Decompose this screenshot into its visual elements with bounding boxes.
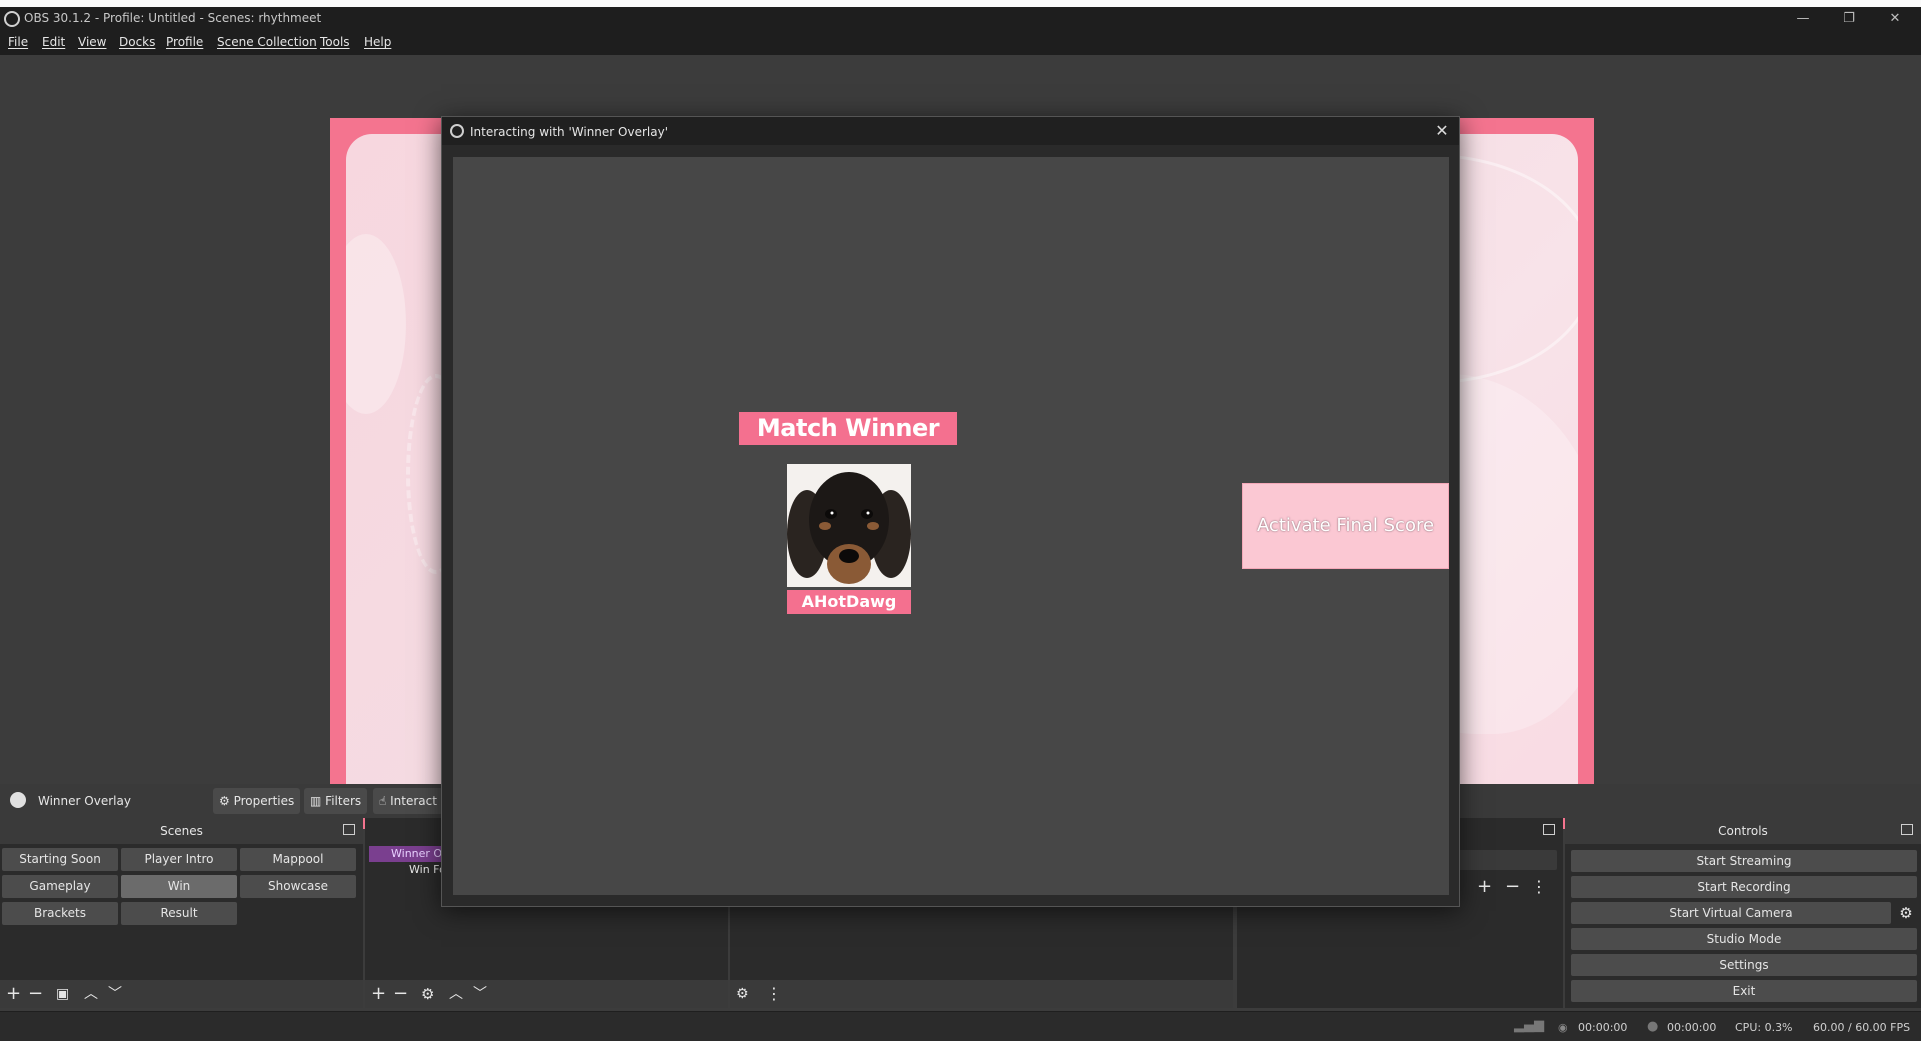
- dock-float-icon[interactable]: [1543, 824, 1555, 835]
- menu-profile[interactable]: Profile: [166, 35, 203, 49]
- window-title: OBS 30.1.2 - Profile: Untitled - Scenes:…: [24, 11, 322, 25]
- stream-status-icon: ◉: [1558, 1021, 1568, 1034]
- remove-source-icon[interactable]: −: [393, 983, 408, 1005]
- properties-label: Properties: [233, 794, 295, 808]
- sources-dock-footer: + − ⚙ ︿ ﹀: [365, 980, 728, 1008]
- virtual-camera-settings-gear-icon[interactable]: ⚙: [1895, 902, 1917, 924]
- obs-logo-icon: [4, 11, 20, 27]
- record-time: 00:00:00: [1667, 1021, 1717, 1034]
- hand-pointer-icon: ☝: [379, 794, 387, 808]
- scene-filters-icon[interactable]: ▣: [56, 983, 69, 1005]
- scenes-dock: Scenes Starting Soon Player Intro Mappoo…: [0, 818, 363, 1008]
- record-status-icon: ●: [1647, 1019, 1659, 1034]
- dialog-titlebar: Interacting with 'Winner Overlay' ✕: [442, 117, 1459, 145]
- obs-logo-icon: [450, 124, 464, 138]
- move-down-icon[interactable]: ﹀: [473, 983, 487, 1005]
- gear-icon: ⚙: [219, 794, 230, 808]
- scene-starting-soon[interactable]: Starting Soon: [2, 848, 118, 871]
- source-item-folder[interactable]: Win Fo: [369, 862, 449, 878]
- menu-scene-collection[interactable]: Scene Collection: [217, 35, 317, 49]
- scenes-dock-title: Scenes: [0, 818, 363, 844]
- browser-interaction-area[interactable]: Match Winner AHotDawg Activate Final Sco…: [453, 157, 1449, 895]
- browser-source-icon: [10, 792, 26, 808]
- selected-source-name: Winner Overlay: [38, 794, 131, 808]
- remove-scene-icon[interactable]: −: [28, 983, 43, 1005]
- start-virtual-camera-button[interactable]: Start Virtual Camera: [1571, 902, 1891, 924]
- interact-button[interactable]: ☝ Interact: [373, 788, 443, 814]
- filter-icon: ▥: [310, 794, 322, 808]
- properties-button[interactable]: ⚙ Properties: [213, 788, 301, 814]
- menu-edit[interactable]: Edit: [42, 35, 65, 49]
- decorative-swirl: [346, 234, 406, 414]
- scenes-dock-footer: + − ▣ ︿ ﹀: [0, 980, 363, 1008]
- scene-brackets[interactable]: Brackets: [2, 902, 118, 925]
- menu-bar: File Edit View Docks Profile Scene Colle…: [0, 31, 1921, 55]
- add-scene-icon[interactable]: +: [6, 983, 21, 1005]
- more-options-icon[interactable]: ⋮: [1531, 876, 1547, 898]
- scene-mappool[interactable]: Mappool: [240, 848, 356, 871]
- audio-mixer-footer: ⚙ ⋮: [730, 980, 1233, 1008]
- dock-float-icon[interactable]: [343, 824, 355, 835]
- cpu-usage: CPU: 0.3%: [1735, 1021, 1793, 1034]
- start-streaming-button[interactable]: Start Streaming: [1571, 850, 1917, 872]
- menu-docks[interactable]: Docks: [119, 35, 155, 49]
- add-source-icon[interactable]: +: [371, 983, 386, 1005]
- transition-duration-field[interactable]: [1457, 850, 1557, 870]
- maximize-icon[interactable]: ❐: [1834, 9, 1864, 29]
- studio-mode-button[interactable]: Studio Mode: [1571, 928, 1917, 950]
- stream-time: 00:00:00: [1578, 1021, 1628, 1034]
- filters-label: Filters: [325, 794, 362, 808]
- menu-help[interactable]: Help: [364, 35, 391, 49]
- scene-result[interactable]: Result: [121, 902, 237, 925]
- advanced-audio-gear-icon[interactable]: ⚙: [736, 983, 749, 1005]
- network-signal-icon: ▂▄▆: [1514, 1018, 1544, 1033]
- minimize-icon[interactable]: —: [1788, 9, 1818, 29]
- fps-counter: 60.00 / 60.00 FPS: [1813, 1021, 1911, 1034]
- dog-avatar-image: [787, 464, 911, 587]
- activate-final-score-button[interactable]: Activate Final Score: [1242, 483, 1449, 569]
- menu-file[interactable]: File: [8, 35, 28, 49]
- move-up-icon[interactable]: ︿: [449, 983, 463, 1005]
- settings-button[interactable]: Settings: [1571, 954, 1917, 976]
- scene-win[interactable]: Win: [121, 875, 237, 898]
- scene-showcase[interactable]: Showcase: [240, 875, 356, 898]
- more-options-icon[interactable]: ⋮: [766, 983, 782, 1005]
- winner-name: AHotDawg: [787, 590, 911, 614]
- scene-gameplay[interactable]: Gameplay: [2, 875, 118, 898]
- winner-avatar: [787, 464, 911, 587]
- controls-dock-title: Controls: [1565, 818, 1921, 844]
- dock-float-icon[interactable]: [1901, 824, 1913, 835]
- interact-label: Interact: [390, 794, 437, 808]
- scene-player-intro[interactable]: Player Intro: [121, 848, 237, 871]
- menu-tools[interactable]: Tools: [320, 35, 350, 49]
- match-winner-heading: Match Winner: [739, 412, 957, 445]
- move-up-icon[interactable]: ︿: [84, 983, 98, 1005]
- status-bar: ▂▄▆ ◉ 00:00:00 ● 00:00:00 CPU: 0.3% 60.0…: [0, 1011, 1921, 1041]
- source-item-label: Winner O: [391, 847, 443, 860]
- dialog-title: Interacting with 'Winner Overlay': [470, 125, 668, 139]
- close-icon[interactable]: ✕: [1880, 9, 1910, 29]
- dialog-close-icon[interactable]: ✕: [1431, 120, 1453, 142]
- menu-view[interactable]: View: [78, 35, 106, 49]
- interact-dialog: Interacting with 'Winner Overlay' ✕ Matc…: [441, 116, 1460, 907]
- move-down-icon[interactable]: ﹀: [108, 983, 122, 1005]
- remove-transition-icon[interactable]: −: [1505, 876, 1520, 898]
- add-transition-icon[interactable]: +: [1477, 876, 1492, 898]
- controls-dock: Controls Start Streaming Start Recording…: [1565, 818, 1921, 1008]
- start-recording-button[interactable]: Start Recording: [1571, 876, 1917, 898]
- exit-button[interactable]: Exit: [1571, 980, 1917, 1002]
- filters-button[interactable]: ▥ Filters: [304, 788, 368, 814]
- source-properties-gear-icon[interactable]: ⚙: [421, 983, 434, 1005]
- source-item-winner[interactable]: Winner O: [369, 846, 449, 862]
